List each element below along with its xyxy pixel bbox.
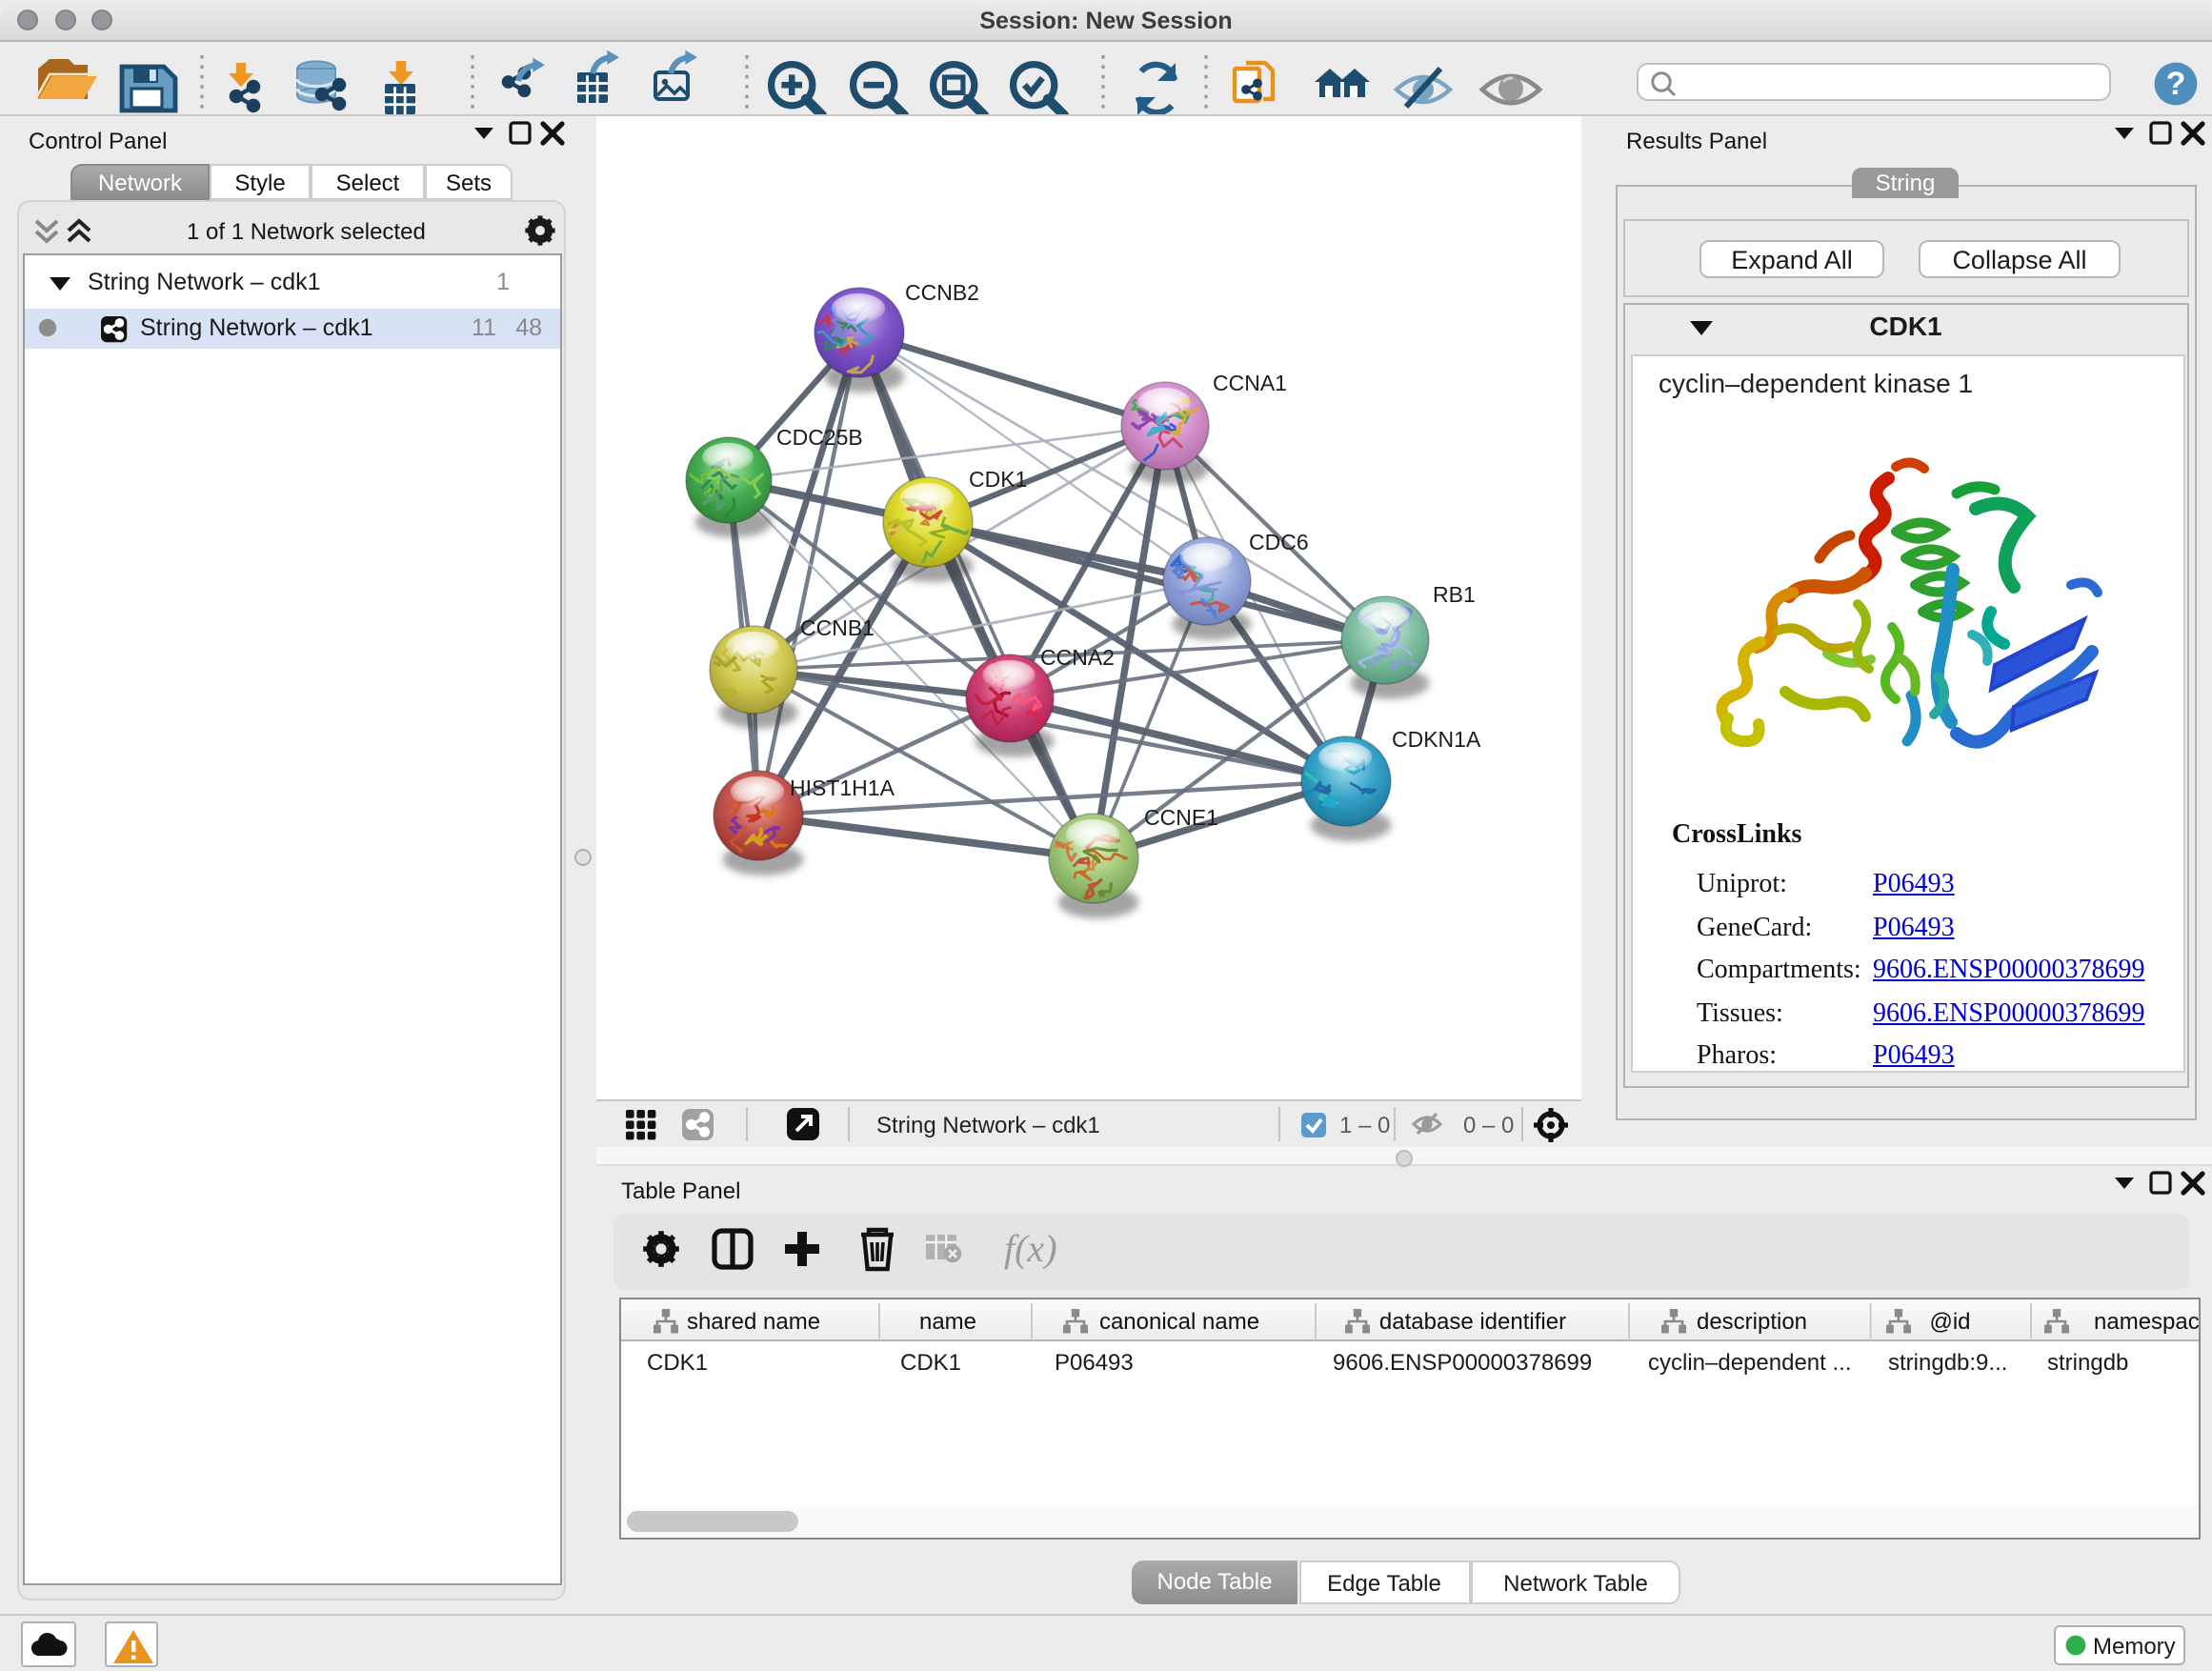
svg-text:HIST1H1A: HIST1H1A [790,775,895,799]
svg-text:description: description [1696,1308,1806,1334]
svg-text:CDK1: CDK1 [969,466,1027,491]
svg-text:f(x): f(x) [1003,1227,1056,1270]
svg-text:database identifier: database identifier [1378,1308,1565,1334]
svg-text:1 – 0: 1 – 0 [1339,1112,1390,1137]
svg-text:@id: @id [1928,1308,1969,1334]
svg-text:name: name [918,1308,975,1334]
svg-text:CDC6: CDC6 [1249,529,1309,554]
svg-text:CDKN1A: CDKN1A [1392,726,1481,751]
svg-text:namespac: namespac [2093,1308,2198,1334]
svg-text:?: ? [2166,65,2186,101]
svg-text:canonical name: canonical name [1098,1308,1258,1334]
svg-text:CCNB1: CCNB1 [800,614,875,639]
svg-text:shared name: shared name [686,1308,819,1334]
svg-text:CDC25B: CDC25B [776,424,863,449]
svg-text:String Network – cdk1: String Network – cdk1 [876,1112,1100,1137]
svg-text:CCNA1: CCNA1 [1213,370,1287,394]
svg-text:1 of 1 Network selected: 1 of 1 Network selected [187,218,426,244]
svg-text:CCNE1: CCNE1 [1144,804,1218,829]
svg-text:CCNB2: CCNB2 [905,279,979,304]
svg-text:RB1: RB1 [1433,581,1476,606]
svg-text:CCNA2: CCNA2 [1040,644,1115,669]
svg-text:0 – 0: 0 – 0 [1463,1112,1514,1137]
